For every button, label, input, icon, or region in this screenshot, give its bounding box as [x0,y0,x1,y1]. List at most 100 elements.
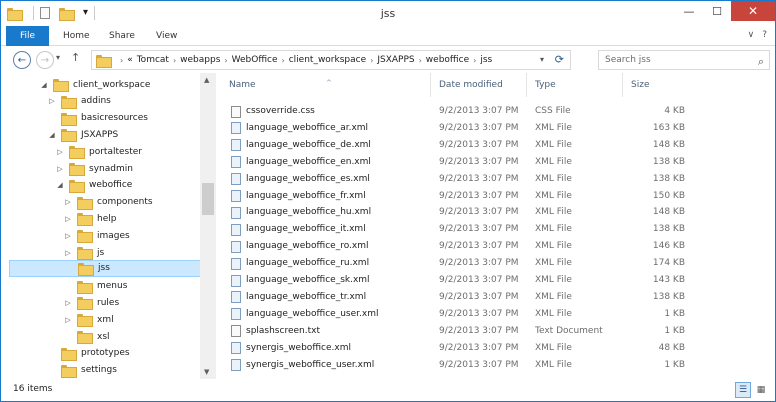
expand-arrow-icon[interactable]: ▷ [63,316,73,324]
tree-item[interactable]: settings [1,362,117,379]
tab-home[interactable]: Home [63,26,90,46]
recent-locations-icon[interactable]: ▾ [56,53,60,62]
forward-button[interactable]: → [36,51,54,69]
table-row[interactable]: cssoverride.css 9/2/2013 3:07 PM CSS File 4… [221,103,691,120]
file-name-cell: synergis_weboffice_user.xml [231,357,431,374]
tree-item[interactable]: basicresources [1,110,148,127]
tree-item[interactable]: ◢ JSXAPPS [1,126,118,143]
expand-arrow-icon[interactable]: ▷ [63,198,73,206]
scroll-down-icon[interactable]: ▼ [204,368,209,376]
file-type-cell: XML File [535,224,572,235]
table-row[interactable]: language_weboffice_fr.xml 9/2/2013 3:07 P… [221,188,691,205]
large-icons-view-button[interactable]: ▦ [753,382,769,398]
column-name-label: Name [229,80,256,90]
tree-item[interactable]: ▷ portaltester [1,143,142,160]
breadcrumb-separator[interactable]: › [419,56,422,65]
breadcrumb-weboffice-root[interactable]: WebOffice [232,55,278,65]
tree-item[interactable]: ◢ client_workspace [1,76,150,93]
tree-item[interactable]: ▷ components [1,194,153,211]
expand-arrow-icon[interactable]: ▷ [63,299,73,307]
up-button[interactable]: ↑ [71,51,80,64]
table-row[interactable]: language_weboffice_tr.xml 9/2/2013 3:07 P… [221,289,691,306]
tree-item[interactable]: ▷ help [1,210,116,227]
expand-arrow-icon[interactable]: ▷ [63,249,73,257]
breadcrumb-webapps[interactable]: webapps [180,55,220,65]
breadcrumb-tomcat[interactable]: Tomcat [137,55,169,65]
expand-arrow-icon[interactable]: ▷ [47,97,57,105]
breadcrumb-jss[interactable]: jss [480,55,492,65]
tree-item[interactable]: jss [9,259,201,277]
tree-item-label: synadmin [89,163,133,174]
collapse-arrow-icon[interactable]: ◢ [39,81,49,89]
table-row[interactable]: splashscreen.txt 9/2/2013 3:07 PM Text Doc… [221,323,691,340]
breadcrumb-separator[interactable]: › [282,56,285,65]
xml-file-icon [231,122,241,135]
folder-icon [61,364,77,378]
refresh-icon[interactable]: ⟳ [555,53,564,66]
sort-ascending-icon: ^ [326,79,332,87]
address-dropdown-icon[interactable]: ▾ [540,55,544,64]
file-type-cell: XML File [535,156,572,167]
table-row[interactable]: synergis_weboffice.xml 9/2/2013 3:07 PM XM… [221,340,691,357]
tree-item[interactable]: ▷ images [1,227,130,244]
tree-item[interactable]: prototypes [1,345,130,362]
table-row[interactable]: language_weboffice_ro.xml 9/2/2013 3:07 P… [221,238,691,255]
collapse-arrow-icon[interactable]: ◢ [55,181,65,189]
table-row[interactable]: language_weboffice_ar.xml 9/2/2013 3:07 P… [221,120,691,137]
minimize-button[interactable]: — [675,1,703,21]
back-button[interactable]: ← [13,51,31,69]
tab-share[interactable]: Share [109,26,135,46]
details-view-button[interactable]: ☰ [735,382,751,398]
folder-icon [69,179,85,193]
collapse-arrow-icon[interactable]: ◢ [47,131,57,139]
tab-file[interactable]: File [6,26,49,46]
table-row[interactable]: synergis_weboffice_user.xml 9/2/2013 3:07… [221,357,691,374]
expand-ribbon-icon[interactable]: ∨ [748,30,755,40]
help-icon[interactable]: ? [762,30,767,40]
expand-arrow-icon[interactable]: ▷ [63,232,73,240]
xml-file-icon [231,291,241,304]
tree-item[interactable]: ▷ addins [1,93,111,110]
breadcrumb-overflow-icon[interactable]: « [127,55,133,65]
table-row[interactable]: language_weboffice_it.xml 9/2/2013 3:07 P… [221,221,691,238]
tree-item[interactable]: ▷ xml [1,311,114,328]
maximize-button[interactable]: ☐ [703,1,731,21]
tree-item[interactable]: ▷ synadmin [1,160,133,177]
table-row[interactable]: language_weboffice_sk.xml 9/2/2013 3:07 P… [221,272,691,289]
tree-item[interactable]: menus [1,278,127,295]
date-modified-cell: 9/2/2013 3:07 PM [439,258,519,269]
breadcrumb-separator[interactable]: › [473,56,476,65]
column-header-date[interactable]: Date modified [431,73,527,97]
tree-item[interactable]: ▷ js [1,244,104,261]
tree-item[interactable]: ◢ weboffice [1,177,132,194]
expand-arrow-icon[interactable]: ▷ [55,165,65,173]
column-header-size[interactable]: Size [623,73,689,97]
breadcrumb-jsxapps[interactable]: JSXAPPS [377,55,414,65]
tree-item[interactable]: ▷ rules [1,294,119,311]
table-row[interactable]: language_weboffice_en.xml 9/2/2013 3:07 P… [221,154,691,171]
tree-item[interactable]: xsl [1,328,110,345]
table-row[interactable]: language_weboffice_hu.xml 9/2/2013 3:07 P… [221,204,691,221]
breadcrumb-client-workspace[interactable]: client_workspace [289,55,366,65]
tab-view[interactable]: View [156,26,177,46]
address-bar[interactable]: › « Tomcat › webapps › WebOffice › clien… [91,50,571,70]
expand-arrow-icon[interactable]: ▷ [55,148,65,156]
column-header-type[interactable]: Type [527,73,623,97]
navigation-bar: ← → ▾ ↑ › « Tomcat › webapps › WebOffice… [1,47,775,73]
search-input[interactable]: Search jss ⌕ [598,50,770,70]
scrollbar-thumb[interactable] [202,183,214,215]
close-button[interactable]: ✕ [731,1,775,21]
breadcrumb-separator[interactable]: › [224,56,227,65]
table-row[interactable]: language_weboffice_de.xml 9/2/2013 3:07 P… [221,137,691,154]
breadcrumb-separator[interactable]: › [173,56,176,65]
breadcrumb-weboffice[interactable]: weboffice [426,55,469,65]
table-row[interactable]: language_weboffice_ru.xml 9/2/2013 3:07 P… [221,255,691,272]
column-header-name[interactable]: Name ^ [221,73,431,97]
breadcrumb-separator[interactable]: › [370,56,373,65]
expand-arrow-icon[interactable]: ▷ [63,215,73,223]
scroll-up-icon[interactable]: ▲ [204,76,209,84]
search-icon[interactable]: ⌕ [758,53,764,71]
table-row[interactable]: language_weboffice_es.xml 9/2/2013 3:07 P… [221,171,691,188]
table-row[interactable]: language_weboffice_user.xml 9/2/2013 3:07… [221,306,691,323]
navigation-scrollbar[interactable]: ▲ ▼ [200,73,216,379]
